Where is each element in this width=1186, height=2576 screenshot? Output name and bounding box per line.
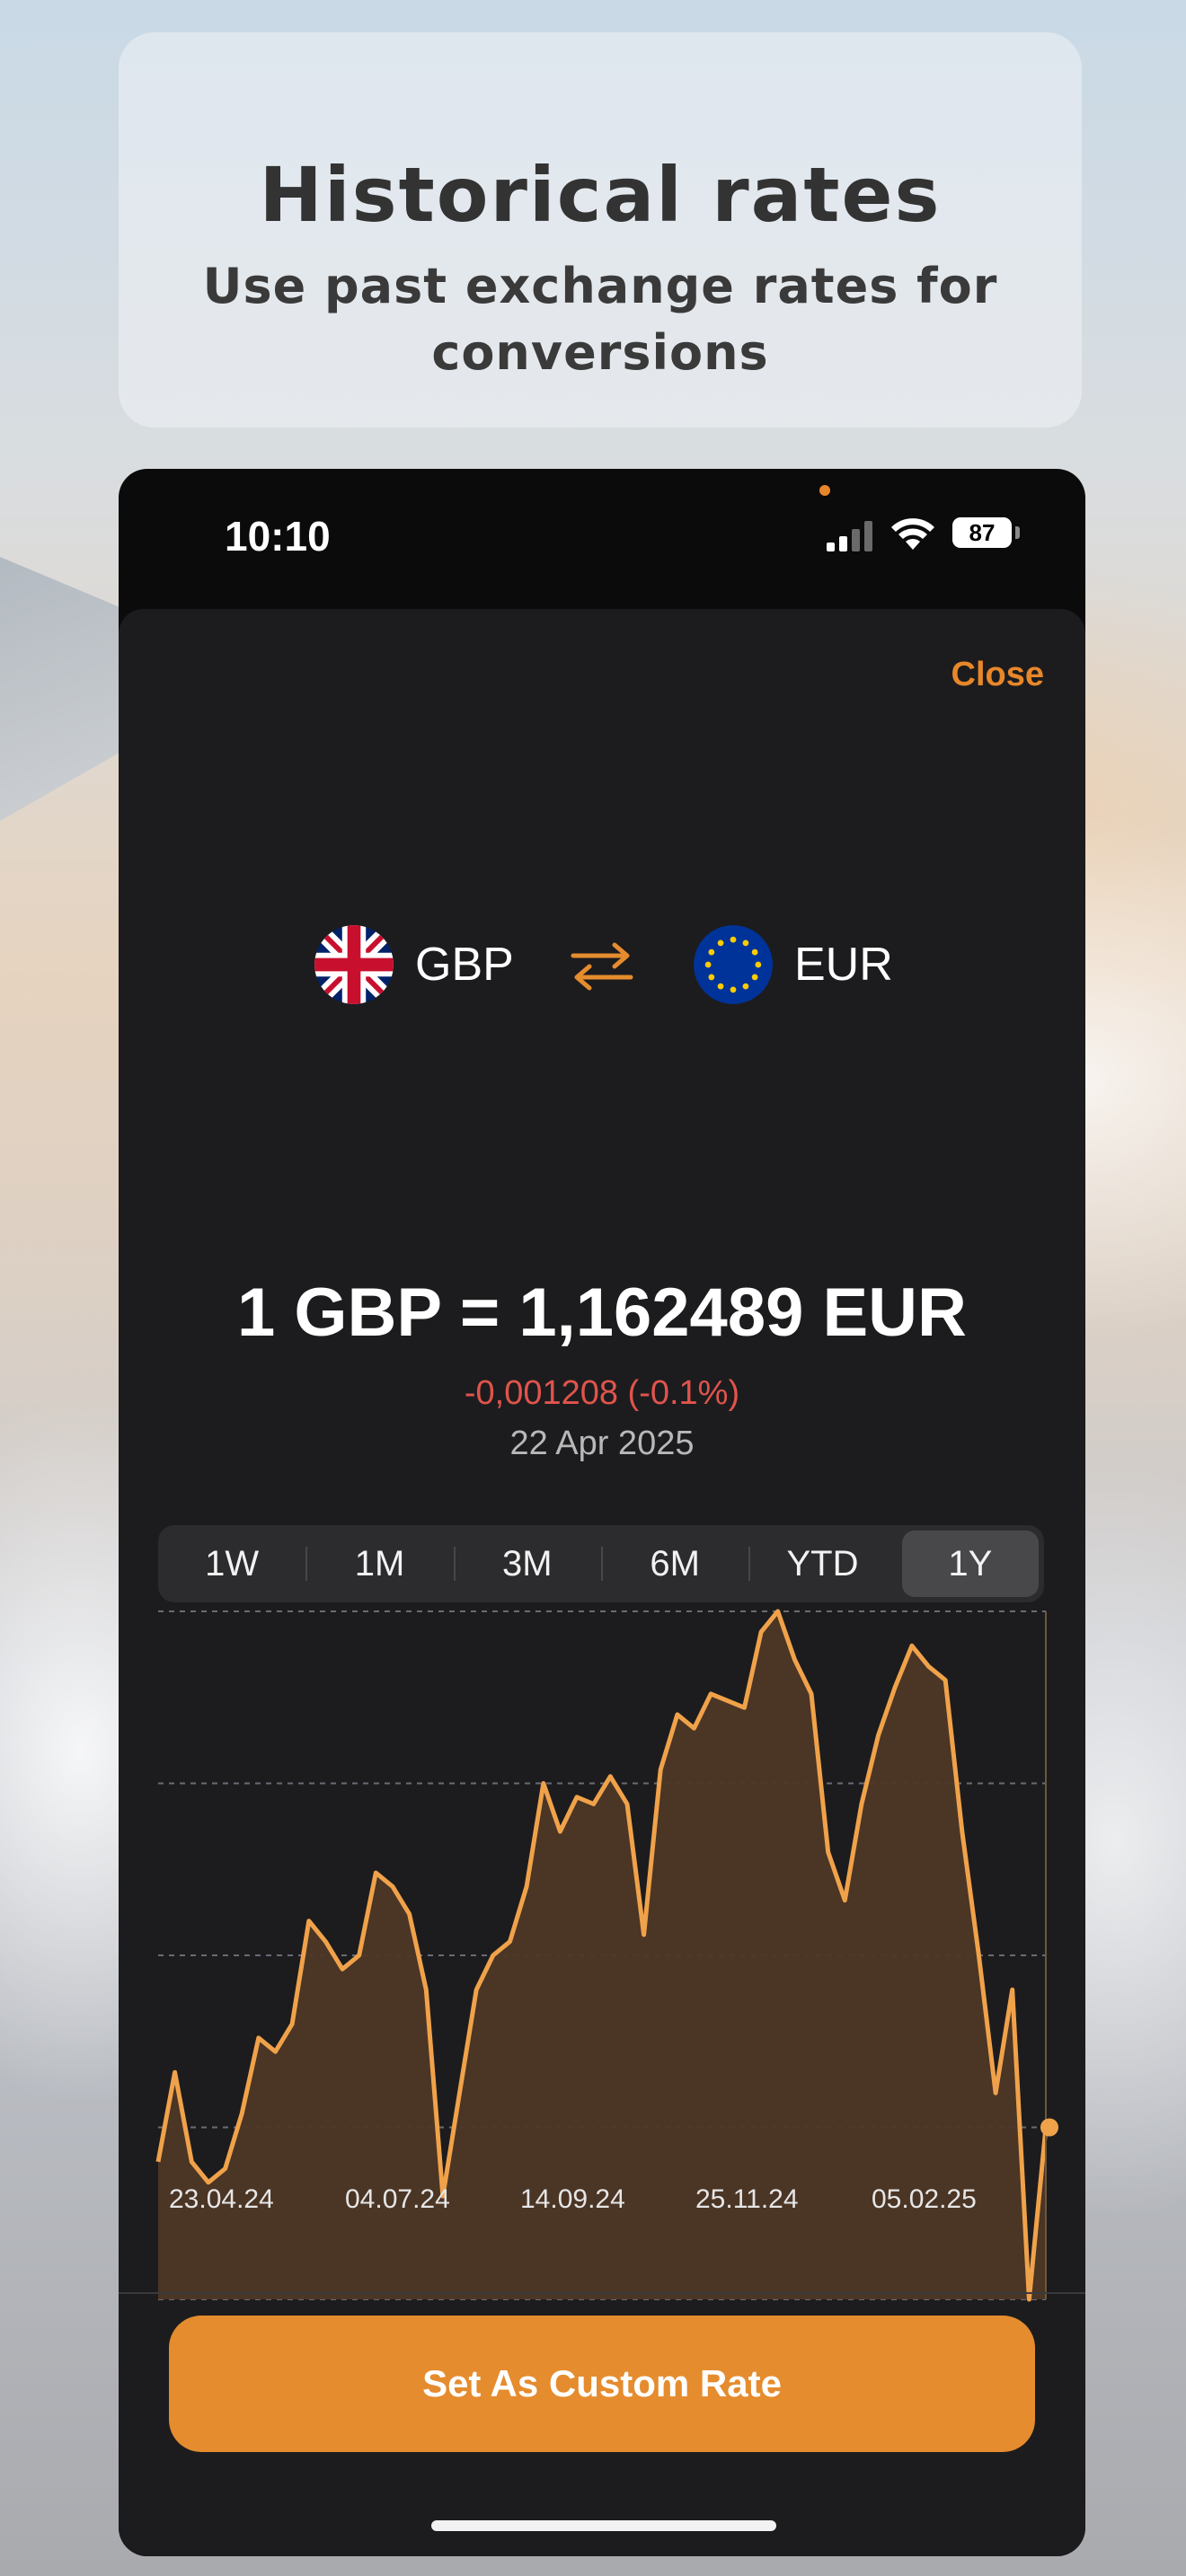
close-button[interactable]: Close: [951, 656, 1044, 694]
promo-header: Historical rates Use past exchange rates…: [119, 32, 1082, 428]
rate-change: -0,001208 (-0.1%): [464, 1374, 740, 1412]
from-currency-code[interactable]: GBP: [415, 938, 514, 992]
status-bar: 10:10 87: [119, 469, 1085, 613]
eu-star-icon: [717, 940, 724, 947]
phone-frame: 10:10 87 Close GBP EUR 1 GBP = 1,162489 …: [119, 469, 1085, 2556]
privacy-dot-icon: [819, 485, 830, 496]
x-tick-label: 14.09.24: [520, 2184, 625, 2214]
eu-star-icon: [755, 961, 762, 968]
eu-star-icon: [708, 948, 715, 956]
eu-star-icon: [704, 961, 712, 968]
range-1w[interactable]: 1W: [164, 1531, 300, 1597]
range-1y[interactable]: 1Y: [901, 1531, 1039, 1597]
eu-star-icon: [730, 936, 737, 943]
range-ytd[interactable]: YTD: [748, 1531, 890, 1597]
eu-star-icon: [751, 948, 758, 956]
eu-star-icon: [742, 940, 749, 947]
battery-icon: 87: [952, 517, 1012, 548]
x-tick-label: 23.04.24: [169, 2184, 274, 2214]
historical-rate-sheet: Close GBP EUR 1 GBP = 1,162489 EUR -0,00…: [119, 609, 1085, 2556]
wifi-icon: [891, 518, 934, 550]
range-1m[interactable]: 1M: [305, 1531, 447, 1597]
home-indicator: [431, 2520, 776, 2531]
exchange-rate: 1 GBP = 1,162489 EUR: [237, 1275, 967, 1351]
battery-nub: [1015, 526, 1020, 539]
currency-pair: GBP EUR: [119, 925, 1085, 1008]
range-selector: 1W 1M 3M 6M YTD 1Y: [158, 1525, 1044, 1602]
x-tick-label: 05.02.25: [872, 2184, 977, 2214]
uk-flag-icon[interactable]: [314, 925, 394, 1004]
eu-star-icon: [708, 974, 715, 981]
cellular-signal-icon: [827, 521, 872, 551]
eu-star-icon: [742, 983, 749, 990]
promo-title: Historical rates: [259, 151, 942, 239]
to-currency-code[interactable]: EUR: [794, 938, 893, 992]
promo-subtitle: Use past exchange rates for conversions: [202, 258, 998, 381]
range-3m[interactable]: 3M: [453, 1531, 596, 1597]
bottom-divider: [119, 2292, 1085, 2294]
status-time: 10:10: [225, 513, 331, 560]
eu-star-icon: [717, 983, 724, 990]
eu-star-icon: [730, 986, 737, 993]
current-value-marker: [1040, 2118, 1058, 2137]
set-custom-rate-button[interactable]: Set As Custom Rate: [169, 2316, 1035, 2452]
eu-star-icon: [751, 974, 758, 981]
x-tick-label: 04.07.24: [345, 2184, 450, 2214]
eu-flag-icon[interactable]: [694, 925, 773, 1004]
range-6m[interactable]: 6M: [600, 1531, 743, 1597]
rate-date: 22 Apr 2025: [509, 1425, 695, 1462]
x-tick-label: 25.11.24: [695, 2184, 799, 2214]
swap-arrows-icon[interactable]: [568, 940, 636, 993]
